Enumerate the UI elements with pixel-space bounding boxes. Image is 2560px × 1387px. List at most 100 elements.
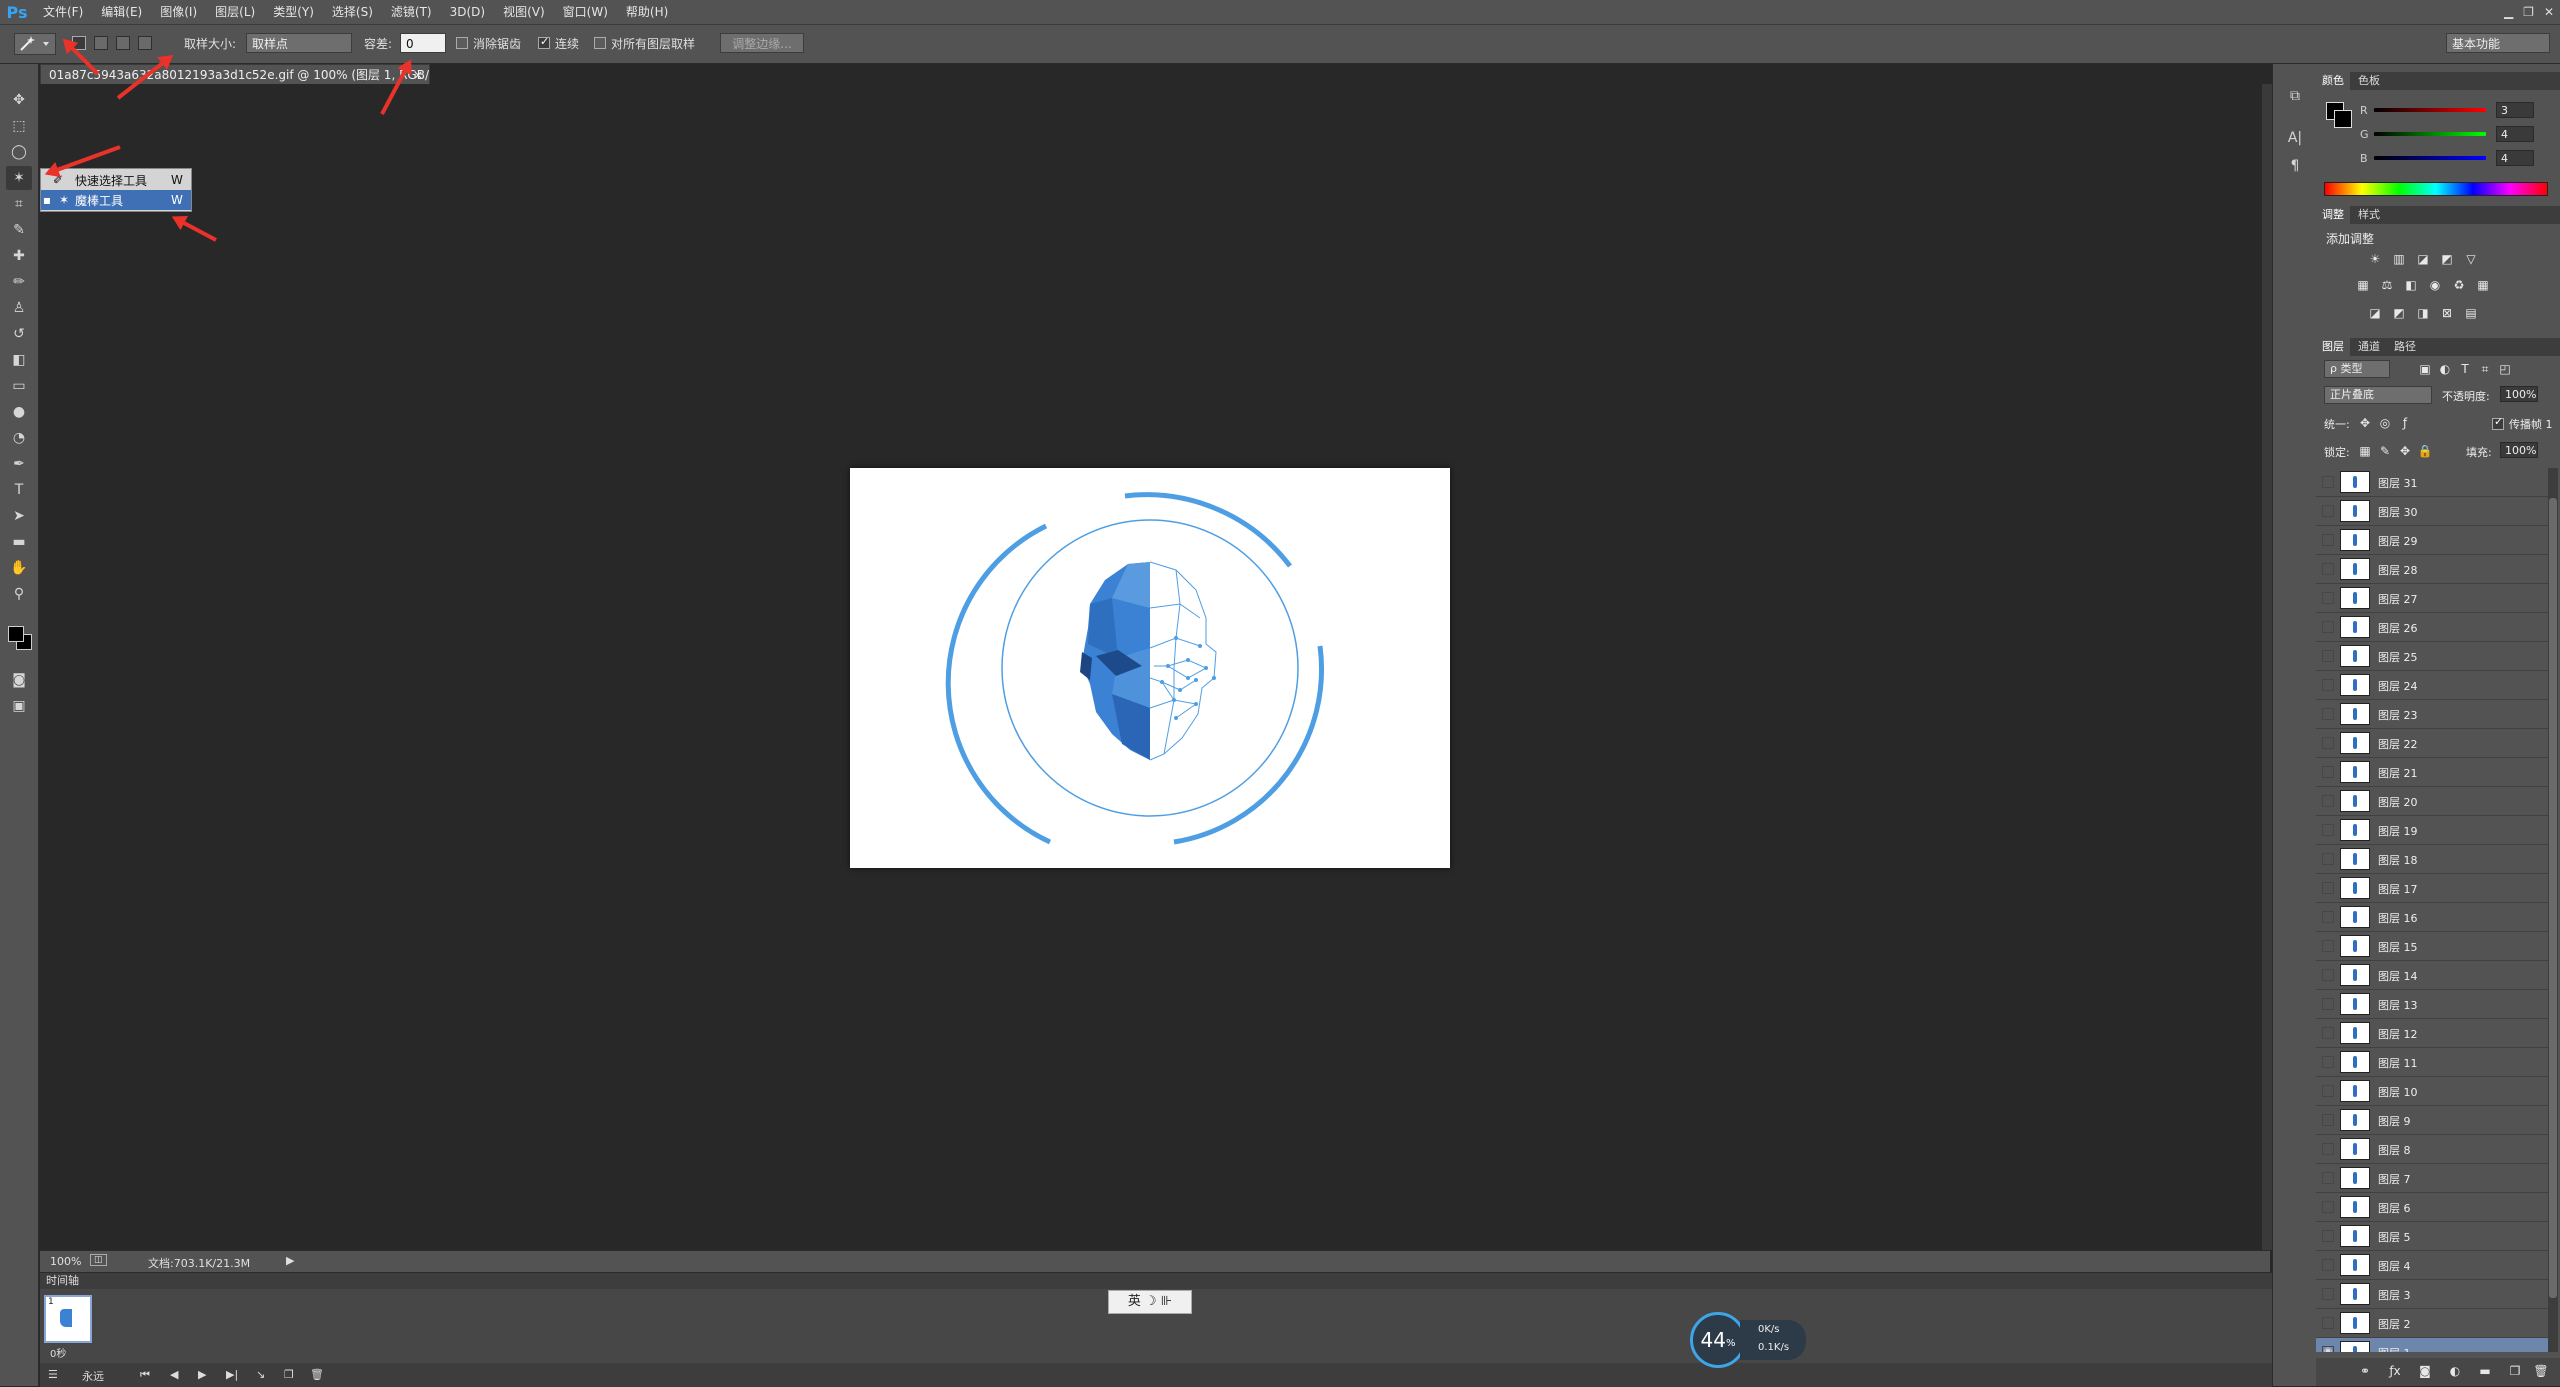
move-tool-icon[interactable]: ✥	[6, 88, 32, 112]
filter-pixel-icon[interactable]: ▣	[2416, 362, 2434, 376]
status-options-icon[interactable]: ◫	[90, 1254, 107, 1266]
zoom-level[interactable]: 100%	[50, 1255, 81, 1268]
magic-wand-tool-item[interactable]: ▪ ✶ 魔棒工具 W	[41, 190, 191, 210]
menu-help[interactable]: 帮助(H)	[617, 0, 677, 24]
tab-swatches[interactable]: 色板	[2352, 72, 2386, 90]
tab-styles[interactable]: 样式	[2352, 206, 2386, 224]
layer-row[interactable]: 图层 5	[2316, 1222, 2548, 1251]
screen-mode-icon[interactable]: ▣	[6, 694, 32, 718]
layer-row[interactable]: 图层 2	[2316, 1309, 2548, 1338]
animation-frame[interactable]: 1	[44, 1295, 92, 1343]
zoom-tool-icon[interactable]: ⚲	[6, 582, 32, 606]
foreground-color-swatch[interactable]	[8, 626, 24, 642]
layer-row[interactable]: 图层 26	[2316, 613, 2548, 642]
delete-layer-icon[interactable]: 🗑	[2532, 1364, 2550, 1378]
layer-row[interactable]: 图层 3	[2316, 1280, 2548, 1309]
visibility-eye-icon[interactable]	[2322, 563, 2334, 575]
menu-type[interactable]: 类型(Y)	[264, 0, 323, 24]
tool-preset-picker[interactable]	[14, 33, 56, 55]
layer-row[interactable]: 图层 18	[2316, 845, 2548, 874]
sample-all-layers-checkbox[interactable]: 对所有图层取样	[594, 35, 695, 52]
crop-tool-icon[interactable]: ⌗	[6, 192, 32, 216]
layer-row[interactable]: 图层 24	[2316, 671, 2548, 700]
clone-stamp-tool-icon[interactable]: ♙	[6, 296, 32, 320]
layer-row[interactable]: ◉ 图层 1	[2316, 1338, 2548, 1352]
layer-row[interactable]: 图层 20	[2316, 787, 2548, 816]
layer-row[interactable]: 图层 16	[2316, 903, 2548, 932]
color-panel-bg-swatch[interactable]	[2334, 110, 2352, 128]
curves-adjustment-icon[interactable]: ◪	[2414, 252, 2432, 266]
layer-row[interactable]: 图层 10	[2316, 1077, 2548, 1106]
pen-tool-icon[interactable]: ✒	[6, 452, 32, 476]
visibility-eye-icon[interactable]	[2322, 505, 2334, 517]
visibility-eye-icon[interactable]	[2322, 853, 2334, 865]
visibility-eye-icon[interactable]	[2322, 1172, 2334, 1184]
status-menu-arrow-icon[interactable]: ▶	[286, 1254, 294, 1267]
eraser-tool-icon[interactable]: ◧	[6, 348, 32, 372]
magic-wand-tool-icon[interactable]: ✶	[6, 166, 32, 190]
antialias-checkbox[interactable]: 消除锯齿	[456, 35, 521, 52]
first-frame-icon[interactable]: ⏮	[140, 1368, 150, 1382]
network-monitor-widget[interactable]: 44% 0K/s 0.1K/s	[1690, 1312, 1806, 1368]
layer-row[interactable]: 图层 15	[2316, 932, 2548, 961]
path-selection-tool-icon[interactable]: ➤	[6, 504, 32, 528]
visibility-eye-icon[interactable]	[2322, 1056, 2334, 1068]
filter-type-icon[interactable]: T	[2456, 362, 2474, 376]
sample-size-select[interactable]: 取样点	[246, 33, 352, 53]
layer-row[interactable]: 图层 12	[2316, 1019, 2548, 1048]
visibility-eye-icon[interactable]	[2322, 1317, 2334, 1329]
filter-shape-icon[interactable]: ⌗	[2476, 362, 2494, 376]
layer-row[interactable]: 图层 14	[2316, 961, 2548, 990]
layer-row[interactable]: 图层 22	[2316, 729, 2548, 758]
lock-image-icon[interactable]: ✎	[2376, 444, 2394, 458]
loop-select[interactable]: 永远	[82, 1368, 104, 1384]
levels-adjustment-icon[interactable]: ▥	[2390, 252, 2408, 266]
color-balance-adjustment-icon[interactable]: ⚖	[2378, 278, 2396, 292]
new-layer-icon[interactable]: ❐	[2506, 1364, 2524, 1378]
tab-paths[interactable]: 路径	[2388, 338, 2422, 356]
layer-row[interactable]: 图层 6	[2316, 1193, 2548, 1222]
tab-color[interactable]: 颜色	[2316, 72, 2350, 90]
layer-row[interactable]: 图层 17	[2316, 874, 2548, 903]
timeline-menu-icon[interactable]: ☰	[48, 1368, 58, 1381]
visibility-eye-icon[interactable]: ◉	[2322, 1346, 2334, 1352]
add-mask-icon[interactable]: ◙	[2416, 1364, 2434, 1378]
close-button[interactable]: ✕	[2544, 5, 2554, 19]
visibility-eye-icon[interactable]	[2322, 969, 2334, 981]
refine-edge-button[interactable]: 调整边缘...	[720, 33, 804, 53]
blur-tool-icon[interactable]: ●	[6, 400, 32, 424]
layer-row[interactable]: 图层 13	[2316, 990, 2548, 1019]
lock-position-icon[interactable]: ✥	[2396, 444, 2414, 458]
minimize-button[interactable]: ▁	[2504, 5, 2513, 19]
history-brush-tool-icon[interactable]: ↺	[6, 322, 32, 346]
filter-smart-object-icon[interactable]: ◰	[2496, 362, 2514, 376]
visibility-eye-icon[interactable]	[2322, 911, 2334, 923]
workspace-select[interactable]: 基本功能	[2446, 33, 2550, 53]
visibility-eye-icon[interactable]	[2322, 1201, 2334, 1213]
propagate-frame-checkbox[interactable]: 传播帧 1	[2492, 416, 2553, 432]
menu-layer[interactable]: 图层(L)	[206, 0, 264, 24]
delete-frame-icon[interactable]: 🗑	[310, 1368, 324, 1381]
layer-row[interactable]: 图层 8	[2316, 1135, 2548, 1164]
quick-mask-icon[interactable]: ◙	[6, 668, 32, 692]
marquee-tool-icon[interactable]: ⬚	[6, 114, 32, 138]
visibility-eye-icon[interactable]	[2322, 766, 2334, 778]
photo-filter-adjustment-icon[interactable]: ◉	[2426, 278, 2444, 292]
frame-delay[interactable]: 0秒	[50, 1345, 66, 1360]
menu-3d[interactable]: 3D(D)	[441, 0, 494, 24]
hue-saturation-adjustment-icon[interactable]: ▦	[2354, 278, 2372, 292]
visibility-eye-icon[interactable]	[2322, 824, 2334, 836]
visibility-eye-icon[interactable]	[2322, 1143, 2334, 1155]
unify-style-icon[interactable]: ƒ	[2396, 416, 2414, 430]
visibility-eye-icon[interactable]	[2322, 708, 2334, 720]
visibility-eye-icon[interactable]	[2322, 650, 2334, 662]
vibrance-adjustment-icon[interactable]: ▽	[2462, 252, 2480, 266]
layer-row[interactable]: 图层 19	[2316, 816, 2548, 845]
layer-row[interactable]: 图层 9	[2316, 1106, 2548, 1135]
blue-value-input[interactable]: 4	[2496, 150, 2534, 166]
layer-row[interactable]: 图层 29	[2316, 526, 2548, 555]
tolerance-input[interactable]: 0	[400, 33, 446, 53]
visibility-eye-icon[interactable]	[2322, 592, 2334, 604]
layer-row[interactable]: 图层 11	[2316, 1048, 2548, 1077]
previous-frame-icon[interactable]: ◀	[170, 1368, 178, 1381]
